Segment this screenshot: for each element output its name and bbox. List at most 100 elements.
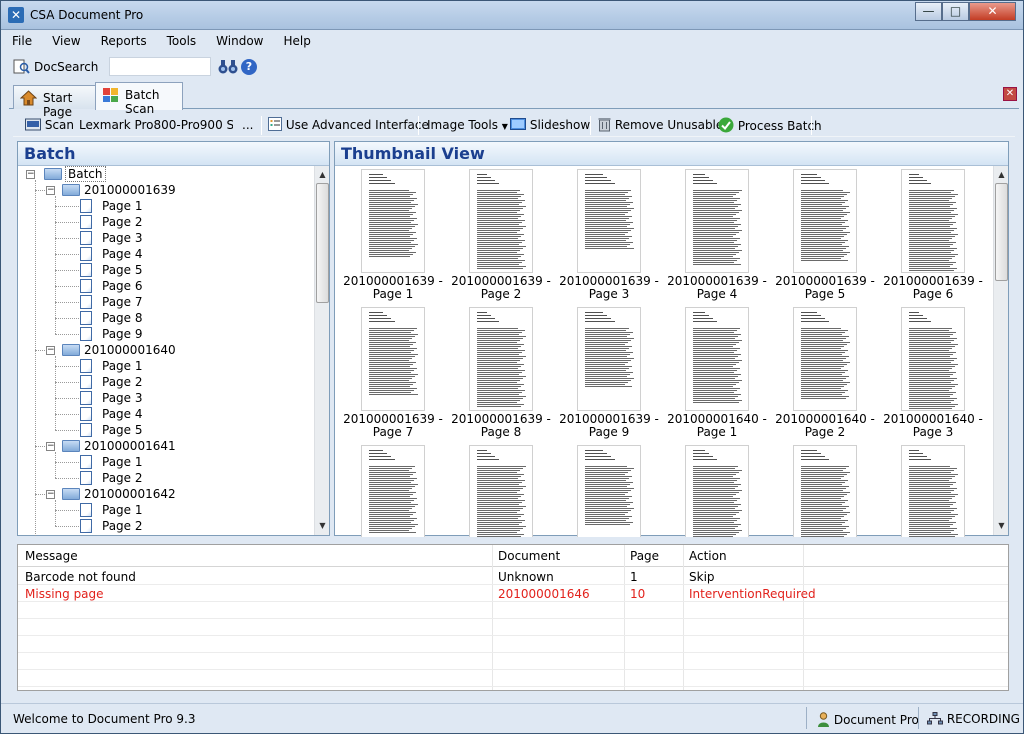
thumbnail-item[interactable]: 201000001639 - Page 1 xyxy=(339,167,447,301)
collapse-icon[interactable]: − xyxy=(46,442,55,451)
collapse-icon[interactable]: − xyxy=(46,346,55,355)
process-batch-button[interactable]: Process Batch xyxy=(718,117,822,135)
tree-page-item[interactable]: Page 4 xyxy=(102,246,143,262)
text-line xyxy=(693,476,733,477)
tree-page-item[interactable]: Page 8 xyxy=(102,310,143,326)
table-row[interactable] xyxy=(18,653,1008,670)
status-recording[interactable]: RECORDING xyxy=(927,712,1020,726)
column-header-page[interactable]: Page xyxy=(630,549,659,563)
scroll-thumb[interactable] xyxy=(316,183,329,303)
thumbnail-item[interactable] xyxy=(555,443,663,537)
tree-page-item[interactable]: Page 4 xyxy=(102,406,143,422)
table-row[interactable] xyxy=(18,602,1008,619)
tree-page-item[interactable]: Page 5 xyxy=(102,422,143,438)
tree-page-item[interactable]: Page 1 xyxy=(102,198,143,214)
thumbnail-item[interactable]: 201000001640 - Page 1 xyxy=(663,305,771,439)
table-row[interactable]: Missing page 201000001646 10 InterventionRe… xyxy=(18,585,1008,602)
table-row[interactable]: Barcode not found Unknown 1 Skip xyxy=(18,568,1008,585)
tree-page-item[interactable]: Page 1 xyxy=(102,454,143,470)
scroll-up-icon[interactable]: ▲ xyxy=(994,168,1009,182)
thumbnail-item[interactable]: 201000001640 - Page 2 xyxy=(771,305,879,439)
tree-page-item[interactable]: Page 2 xyxy=(102,518,143,534)
tree-page-item[interactable]: Page 7 xyxy=(102,294,143,310)
batch-tree-scrollbar[interactable]: ▲ ▼ xyxy=(314,166,329,535)
scroll-up-icon[interactable]: ▲ xyxy=(315,168,330,182)
thumbnail-item[interactable] xyxy=(771,443,879,537)
text-line xyxy=(693,372,734,373)
tree-page-item[interactable]: Page 1 xyxy=(102,502,143,518)
thumbnail-item[interactable]: 201000001639 - Page 2 xyxy=(447,167,555,301)
menu-reports[interactable]: Reports xyxy=(98,32,150,50)
close-tab-icon[interactable]: ✕ xyxy=(1003,87,1017,101)
collapse-icon[interactable]: − xyxy=(46,490,55,499)
thumbnail-scrollbar[interactable]: ▲ ▼ xyxy=(993,166,1008,535)
slideshow-button[interactable]: Slideshow xyxy=(510,117,590,135)
thumbnail-item[interactable]: 201000001639 - Page 9 xyxy=(555,305,663,439)
tree-page-item[interactable]: Page 5 xyxy=(102,262,143,278)
tree-document-label[interactable]: 201000001639 xyxy=(84,182,176,198)
text-line xyxy=(909,534,958,535)
menu-tools[interactable]: Tools xyxy=(164,32,200,50)
text-line xyxy=(801,508,846,509)
table-row[interactable] xyxy=(18,619,1008,636)
tree-page-item[interactable]: Page 2 xyxy=(102,374,143,390)
scroll-down-icon[interactable]: ▼ xyxy=(315,519,330,533)
scanner-select[interactable]: Lexmark Pro800-Pro900 Series xyxy=(79,117,233,135)
tree-page-item[interactable]: Page 3 xyxy=(102,230,143,246)
scanner-browse-button[interactable]: ... xyxy=(242,117,253,135)
thumbnail-item[interactable]: 201000001639 - Page 5 xyxy=(771,167,879,301)
table-row[interactable] xyxy=(18,636,1008,653)
scroll-thumb[interactable] xyxy=(995,183,1008,281)
column-header-action[interactable]: Action xyxy=(689,549,727,563)
menu-view[interactable]: View xyxy=(49,32,83,50)
tree-document-label[interactable]: 201000001641 xyxy=(84,438,176,454)
remove-unusable-button[interactable]: Remove Unusable xyxy=(598,117,723,135)
menu-file[interactable]: File xyxy=(9,32,35,50)
table-row[interactable] xyxy=(18,670,1008,687)
thumbnail-item[interactable]: 201000001639 - Page 3 xyxy=(555,167,663,301)
batch-tree[interactable]: − Batch −201000001639 Page 1 Page 2 Page 3 Pag… xyxy=(22,166,312,536)
tree-page-item[interactable]: Page 2 xyxy=(102,214,143,230)
tree-document-label[interactable]: 201000001640 xyxy=(84,342,176,358)
menu-help[interactable]: Help xyxy=(281,32,314,50)
scroll-down-icon[interactable]: ▼ xyxy=(994,519,1009,533)
collapse-icon[interactable]: − xyxy=(46,186,55,195)
thumbnail-item[interactable]: 201000001639 - Page 7 xyxy=(339,305,447,439)
thumbnail-item[interactable]: 201000001639 - Page 4 xyxy=(663,167,771,301)
scan-button[interactable]: Scan xyxy=(25,117,74,135)
tree-page-item[interactable]: Page 3 xyxy=(102,390,143,406)
maximize-button[interactable]: □ xyxy=(942,2,969,21)
image-tools-dropdown[interactable]: Image Tools ▼ xyxy=(427,117,508,135)
thumbnail-item[interactable]: 201000001640 - Page 3 xyxy=(879,305,987,439)
tree-page-item[interactable]: Page 9 xyxy=(102,326,143,342)
text-line xyxy=(369,190,409,191)
help-icon[interactable]: ? xyxy=(241,59,257,75)
thumbnail-item[interactable] xyxy=(663,443,771,537)
tree-root-label[interactable]: Batch xyxy=(65,166,106,182)
docsearch-icon[interactable] xyxy=(13,59,30,74)
thumbnail-item[interactable]: 201000001639 - Page 6 xyxy=(879,167,987,301)
column-header-message[interactable]: Message xyxy=(25,549,78,563)
tree-page-item[interactable]: Page 6 xyxy=(102,278,143,294)
column-header-document[interactable]: Document xyxy=(498,549,560,563)
tab-start-page[interactable]: Start Page xyxy=(13,85,97,119)
tree-document-label[interactable]: 201000001642 xyxy=(84,486,176,502)
thumbnail-grid[interactable]: 201000001639 - Page 1 201000001639 - Page 2… xyxy=(339,167,989,537)
collapse-icon[interactable]: − xyxy=(26,170,35,179)
tree-page-item[interactable]: Page 1 xyxy=(102,358,143,374)
status-app[interactable]: Document Pro xyxy=(817,712,919,727)
thumbnail-item[interactable] xyxy=(879,443,987,537)
binoculars-icon[interactable] xyxy=(218,58,238,76)
tree-page-item[interactable]: Page 2 xyxy=(102,470,143,486)
close-button[interactable]: ✕ xyxy=(969,2,1016,21)
thumbnail-item[interactable] xyxy=(339,443,447,537)
tab-batch-scan[interactable]: Batch Scan xyxy=(95,82,183,116)
menu-window[interactable]: Window xyxy=(213,32,266,50)
minimize-button[interactable]: — xyxy=(915,2,942,21)
text-line xyxy=(369,480,414,481)
docsearch-label[interactable]: DocSearch xyxy=(34,60,98,74)
thumbnail-item[interactable] xyxy=(447,443,555,537)
docsearch-input[interactable] xyxy=(109,57,211,76)
advanced-interface-button[interactable]: Use Advanced Interface xyxy=(268,117,429,135)
thumbnail-item[interactable]: 201000001639 - Page 8 xyxy=(447,305,555,439)
